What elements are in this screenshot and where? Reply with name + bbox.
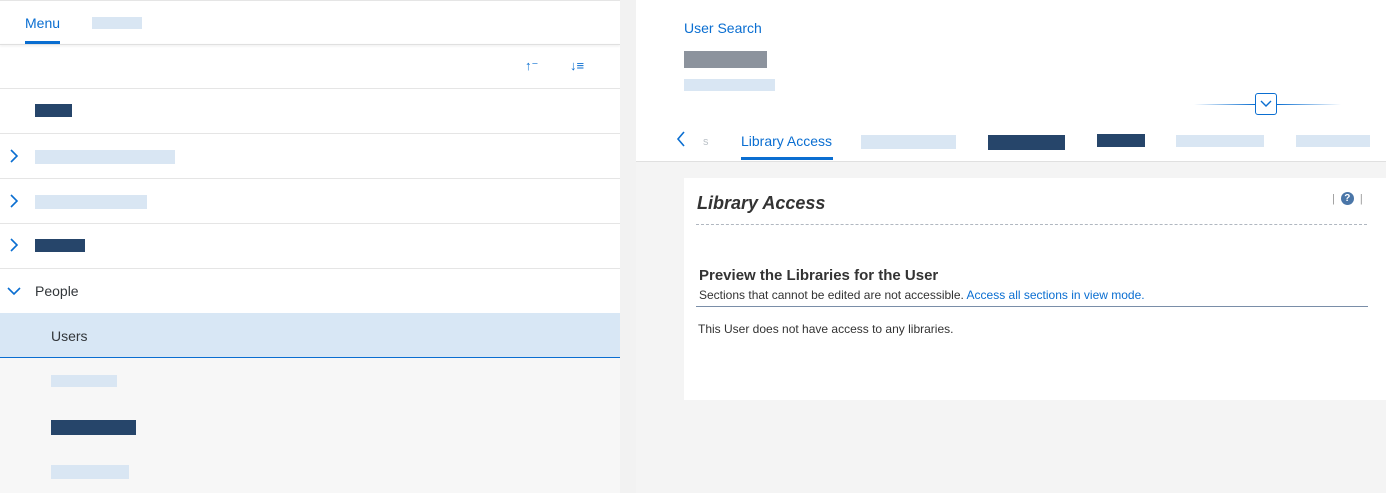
tree-subitem-redacted[interactable] — [51, 465, 129, 479]
tree-subitem-redacted[interactable] — [51, 375, 117, 387]
row-divider — [0, 223, 620, 224]
empty-message: This User does not have access to any li… — [698, 322, 954, 336]
row-divider — [0, 133, 620, 134]
subtitle-redacted — [684, 79, 775, 91]
preview-description-text: Sections that cannot be edited are not a… — [699, 288, 964, 302]
panel-splitter[interactable] — [620, 0, 636, 493]
sort-descending-icon[interactable]: ↓≡ — [570, 58, 584, 74]
tab-redacted[interactable] — [861, 135, 956, 149]
tree-item-users[interactable]: Users — [51, 328, 88, 344]
tab-redacted[interactable] — [988, 135, 1065, 150]
tab-redacted[interactable] — [92, 17, 142, 29]
sort-ascending-icon[interactable]: ↑⁻ — [525, 58, 538, 74]
help-icon[interactable]: ? — [1340, 192, 1354, 205]
chevron-right-icon[interactable] — [7, 238, 21, 252]
tab-active-indicator — [741, 157, 833, 160]
row-divider — [0, 178, 620, 179]
tree-item-redacted[interactable] — [35, 104, 72, 117]
tab-library-access[interactable]: Library Access — [741, 133, 832, 149]
header-collapse-line — [1194, 104, 1255, 105]
separator: | — [1332, 192, 1335, 205]
chevron-right-icon[interactable] — [7, 194, 21, 208]
library-access-section: Library Access | ? | Preview the Librari… — [684, 178, 1386, 400]
section-divider — [696, 224, 1367, 225]
tree-item-redacted[interactable] — [35, 239, 85, 252]
preview-description: Sections that cannot be edited are not a… — [699, 288, 1145, 302]
tab-redacted[interactable] — [1296, 135, 1370, 147]
preview-title: Preview the Libraries for the User — [699, 267, 939, 284]
header-collapse-line — [1277, 104, 1341, 105]
tab-redacted[interactable] — [1097, 134, 1145, 147]
row-divider — [0, 268, 620, 269]
chevron-left-icon[interactable] — [676, 131, 686, 147]
tab-bar-border — [0, 44, 620, 45]
divider — [0, 0, 620, 1]
menu-panel: Menu ↑⁻ ↓≡ People Users — [0, 0, 620, 493]
chevron-down-icon — [1260, 100, 1272, 107]
collapse-header-button[interactable] — [1255, 93, 1277, 115]
tree-subitem-redacted[interactable] — [51, 420, 136, 435]
breadcrumb[interactable]: User Search — [684, 20, 762, 36]
access-all-sections-link[interactable]: Access all sections in view mode. — [967, 288, 1145, 302]
preview-divider — [696, 306, 1368, 307]
section-title: Library Access — [697, 193, 826, 213]
tab-truncated[interactable]: s — [703, 136, 709, 148]
tree-item-people[interactable]: People — [35, 283, 79, 299]
chevron-right-icon[interactable] — [7, 149, 21, 163]
tab-redacted[interactable] — [1176, 135, 1264, 147]
separator: | — [1359, 192, 1363, 205]
detail-panel: User Search s Library Access Library Acc… — [636, 0, 1386, 493]
toolbar-border — [0, 88, 620, 89]
tab-menu[interactable]: Menu — [25, 15, 60, 31]
help-toolbar: | ? | — [1332, 192, 1363, 205]
tree-item-redacted[interactable] — [35, 195, 147, 209]
tree-item-redacted[interactable] — [35, 150, 175, 164]
page-title-redacted — [684, 51, 767, 68]
chevron-down-icon[interactable] — [7, 284, 21, 298]
tree-item-users-row[interactable] — [0, 313, 620, 358]
